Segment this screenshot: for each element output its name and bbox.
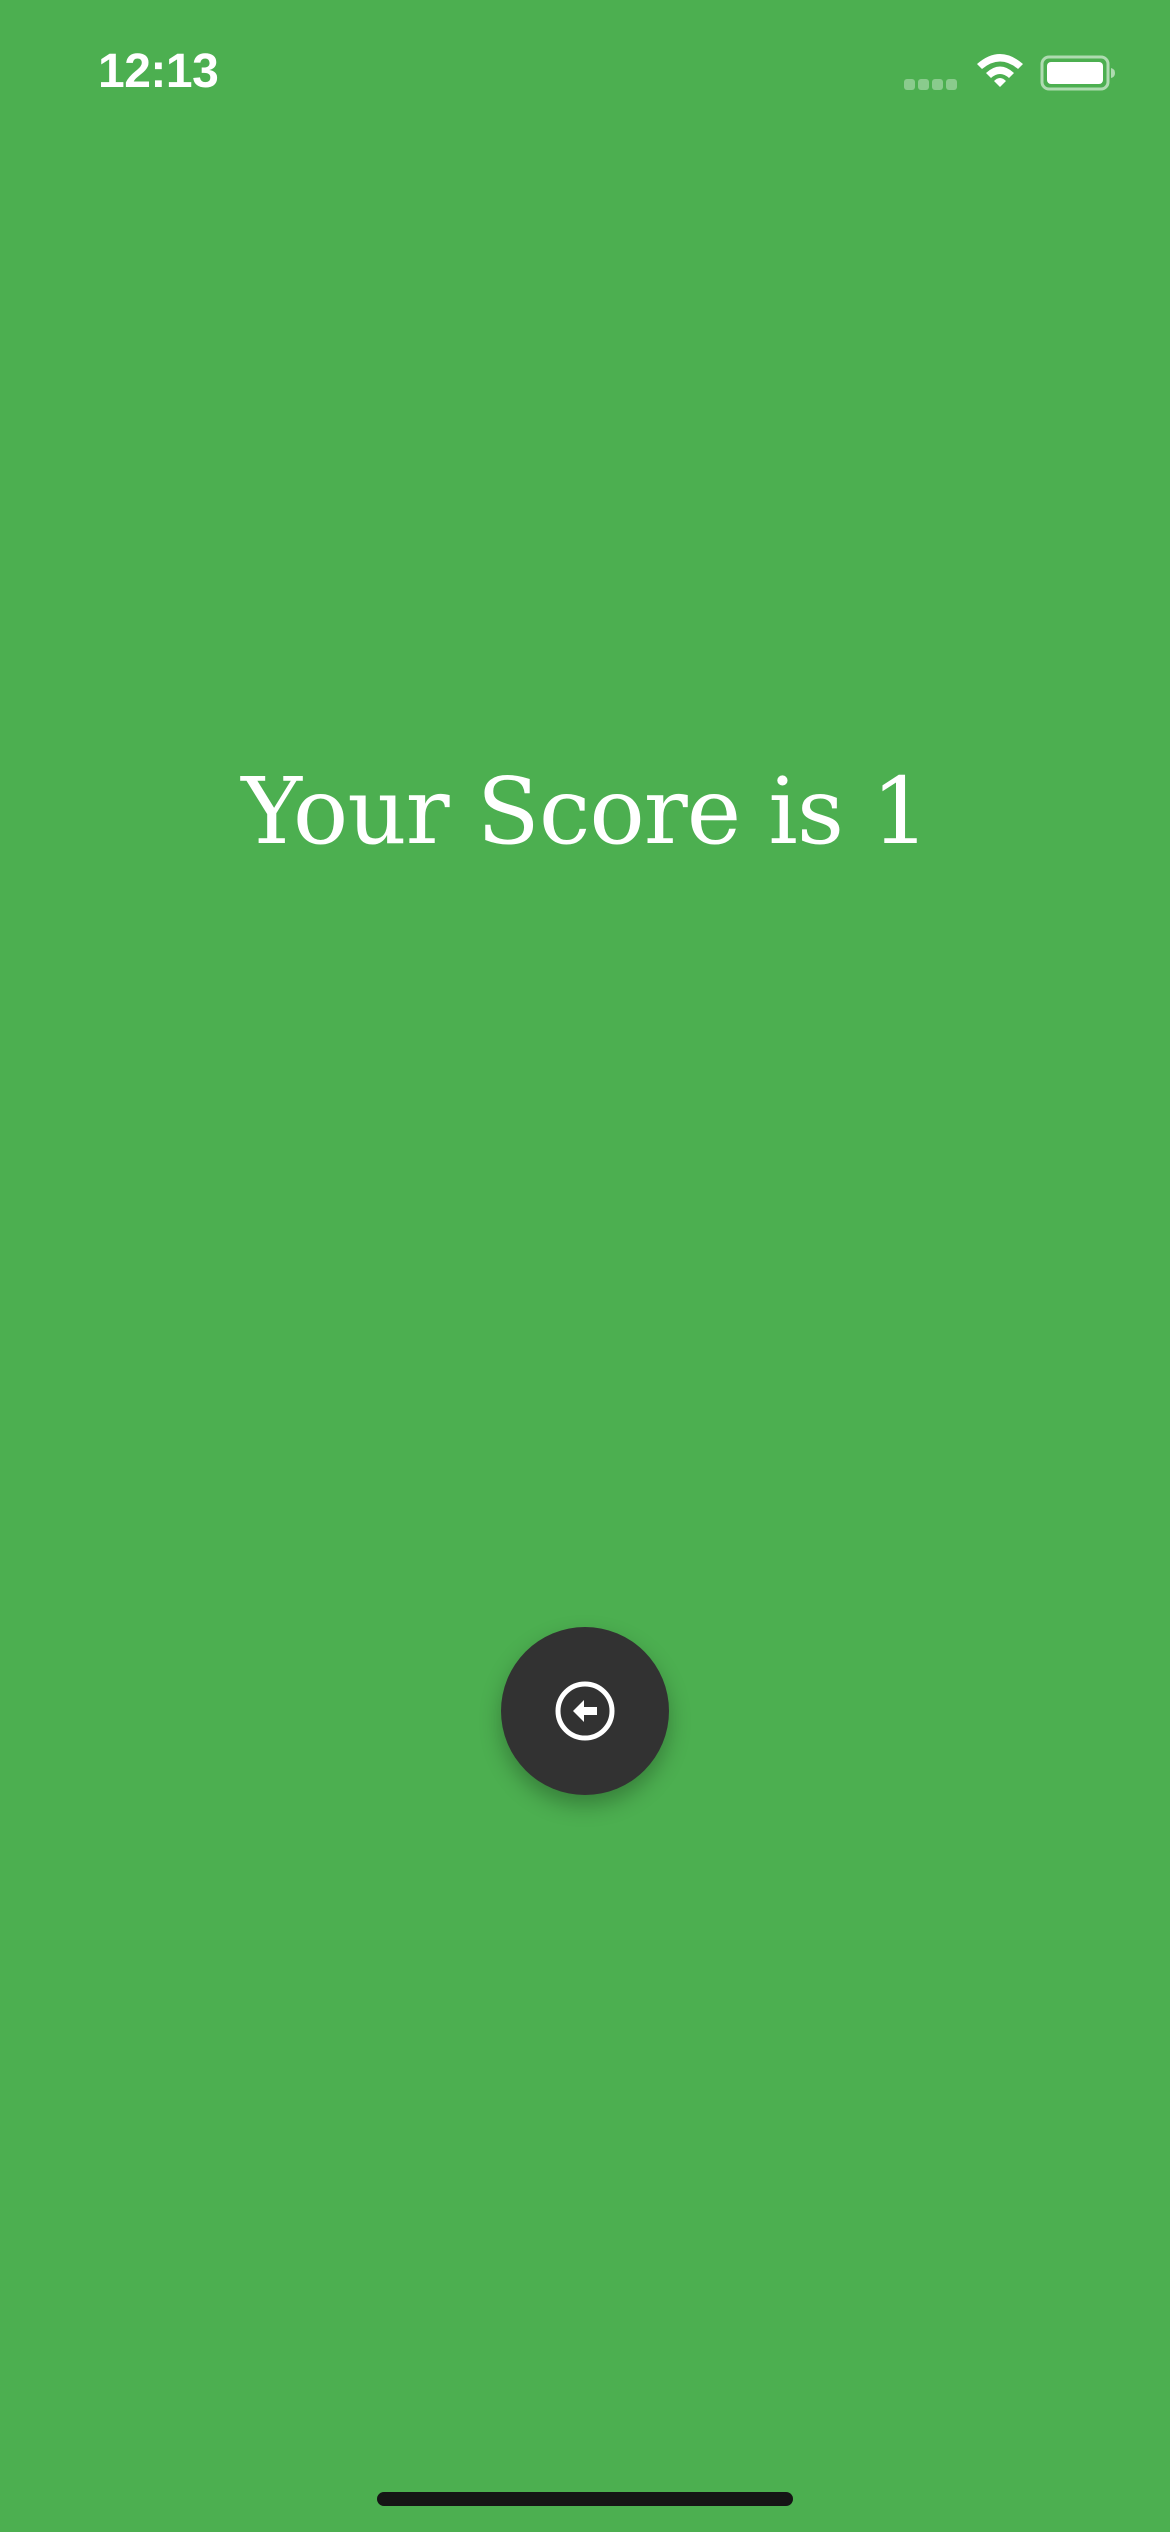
- status-bar: 12:13: [0, 0, 1170, 150]
- back-button[interactable]: [501, 1627, 669, 1795]
- wifi-icon: [977, 54, 1023, 87]
- arrow-left-circle-icon: [555, 1681, 615, 1741]
- cellular-signal-dots-icon: [904, 79, 960, 91]
- score-text: Your Score is 1: [241, 758, 930, 865]
- home-indicator: [377, 2492, 793, 2506]
- battery-full-icon: [1040, 55, 1115, 91]
- status-time: 12:13: [98, 45, 219, 98]
